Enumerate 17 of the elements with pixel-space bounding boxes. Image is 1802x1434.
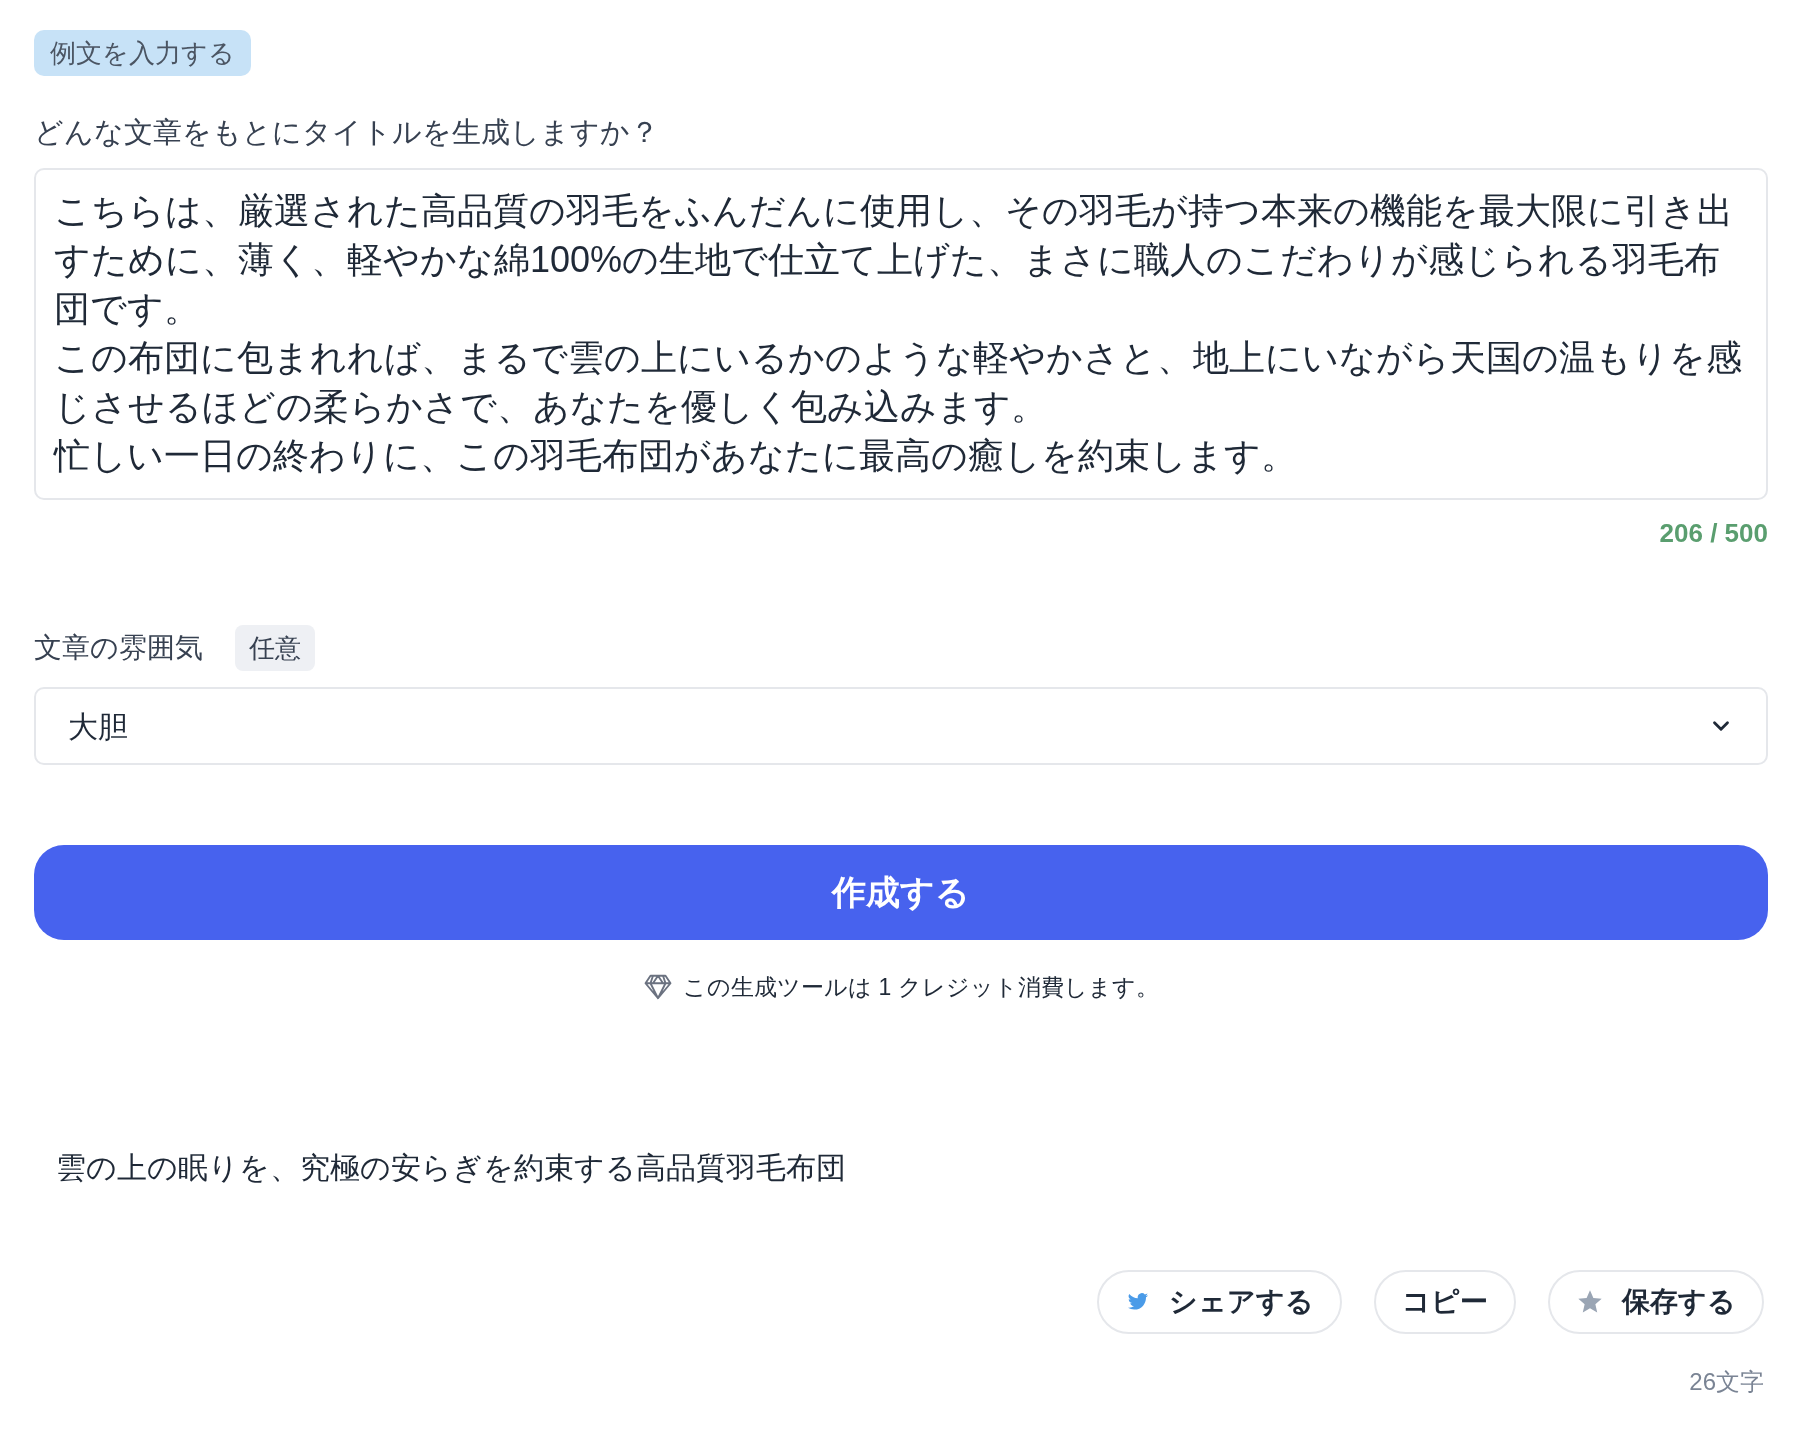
text-paragraph: この布団に包まれれば、まるで雲の上にいるかのような軽やかさと、地上にいながら天国の温もりを感じさせるほどの柔らかさで、あなたを優しく包み込みます。 (54, 336, 1743, 429)
copy-button[interactable]: コピー (1374, 1269, 1516, 1334)
text-paragraph: 忙しい一日の終わりに、この羽毛布団があなたに最高の癒しを約束します。 (54, 434, 1298, 478)
share-button[interactable]: シェアする (1097, 1269, 1342, 1334)
submit-button[interactable]: 作成する (34, 845, 1768, 940)
source-text-field[interactable] (34, 168, 1768, 500)
text-paragraph: こちらは、厳選された高品質の羽毛をふんだんに使用し、その羽毛が持つ本来の機能を最大限に引き出すために、薄く、軽やかな綿100%の生地で仕立て上げた、まさに職人のこだわりが感じられる羽毛布団です。 (54, 189, 1734, 331)
result-title: 雲の上の眠りを、究極の安らぎを約束する高品質羽毛布団 (56, 1149, 847, 1186)
result-char-count: 26文字 (1689, 1366, 1764, 1397)
credit-note: この生成ツールは 1 クレジット消費します。 (683, 973, 1159, 1002)
example-text-button[interactable]: 例文を入力する (34, 30, 251, 76)
save-button[interactable]: 保存する (1548, 1269, 1764, 1334)
optional-badge: 任意 (235, 625, 315, 671)
prompt-label: どんな文章をもとにタイトルを生成しますか？ (34, 115, 660, 150)
tone-select[interactable]: 大胆 (34, 687, 1768, 765)
char-count: 206 / 500 (1659, 517, 1768, 550)
field-label: 文章の雰囲気 (34, 631, 203, 665)
